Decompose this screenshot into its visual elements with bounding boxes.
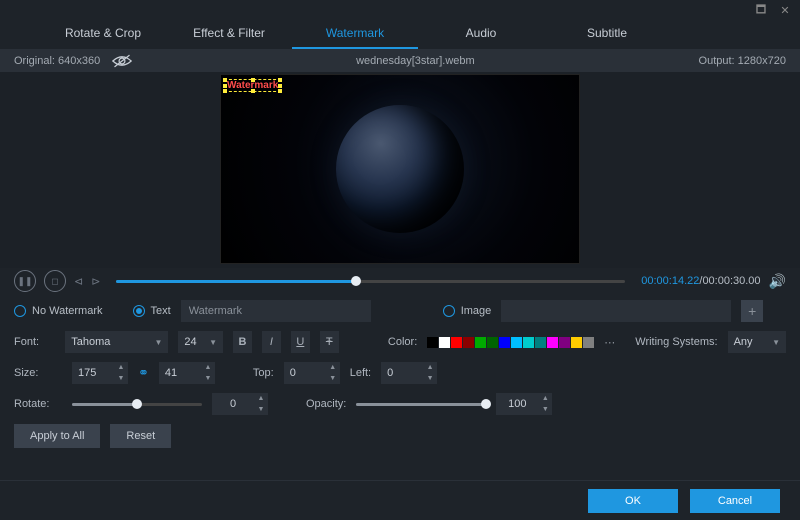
tab-effect-filter[interactable]: Effect & Filter (166, 20, 292, 49)
radio-text-label: Text (151, 305, 171, 317)
video-content (336, 105, 464, 233)
tab-rotate-crop[interactable]: Rotate & Crop (40, 20, 166, 49)
font-size-select[interactable]: 24▼ (178, 331, 223, 353)
color-label: Color: (388, 336, 417, 348)
tab-bar: Rotate & Crop Effect & Filter Watermark … (0, 20, 800, 50)
close-icon[interactable]: ✕ (776, 2, 794, 18)
color-swatch[interactable] (499, 337, 510, 348)
left-label: Left: (350, 367, 371, 379)
watermark-text-input[interactable] (181, 300, 371, 322)
opacity-slider[interactable] (356, 403, 486, 406)
radio-no-watermark[interactable]: No Watermark (14, 305, 103, 317)
footer: OK Cancel (0, 480, 800, 520)
watermark-panel: No Watermark Text Image + Font: Tahoma▼ … (0, 294, 800, 467)
volume-icon[interactable]: 🔊 (769, 273, 786, 290)
top-label: Top: (253, 367, 274, 379)
timecode: 00:00:14.22/00:00:30.00 (641, 275, 760, 287)
video-frame[interactable]: Watermark (220, 74, 580, 264)
color-swatch[interactable] (487, 337, 498, 348)
apply-all-button[interactable]: Apply to All (14, 424, 100, 448)
color-swatch[interactable] (535, 337, 546, 348)
color-swatch[interactable] (427, 337, 438, 348)
color-swatch[interactable] (583, 337, 594, 348)
add-image-button[interactable]: + (741, 300, 763, 322)
window-controls: 🗖 ✕ (0, 0, 800, 20)
watermark-image-input[interactable] (501, 300, 731, 322)
underline-button[interactable]: U (291, 331, 310, 353)
rotate-spinner[interactable]: ▲▼ (212, 393, 268, 415)
reset-button[interactable]: Reset (110, 424, 171, 448)
opacity-spinner[interactable]: ▲▼ (496, 393, 552, 415)
color-swatches (427, 337, 594, 348)
video-preview: Watermark (0, 72, 800, 268)
opacity-label: Opacity: (306, 398, 346, 410)
font-label: Font: (14, 336, 55, 348)
stop-button[interactable]: ◻ (44, 270, 66, 292)
bold-button[interactable]: B (233, 331, 252, 353)
color-swatch[interactable] (511, 337, 522, 348)
output-resolution: Output: 1280x720 (699, 55, 786, 67)
color-swatch[interactable] (463, 337, 474, 348)
color-swatch[interactable] (475, 337, 486, 348)
strikethrough-button[interactable]: Ŧ (320, 331, 339, 353)
writing-systems-label: Writing Systems: (635, 336, 717, 348)
tab-audio[interactable]: Audio (418, 20, 544, 49)
tab-watermark[interactable]: Watermark (292, 20, 418, 49)
color-swatch[interactable] (547, 337, 558, 348)
maximize-icon[interactable]: 🗖 (752, 2, 770, 18)
writing-systems-select[interactable]: Any▼ (728, 331, 786, 353)
width-spinner[interactable]: ▲▼ (72, 362, 128, 384)
size-label: Size: (14, 367, 62, 379)
color-swatch[interactable] (439, 337, 450, 348)
more-colors-icon[interactable]: ⋯ (604, 336, 615, 349)
font-family-select[interactable]: Tahoma▼ (65, 331, 168, 353)
cancel-button[interactable]: Cancel (690, 489, 780, 513)
visibility-toggle-icon[interactable] (112, 54, 132, 68)
color-swatch[interactable] (451, 337, 462, 348)
original-resolution: Original: 640x360 (14, 55, 100, 67)
link-aspect-icon[interactable]: ⚭ (138, 365, 149, 381)
radio-text[interactable]: Text (133, 305, 171, 317)
watermark-overlay[interactable]: Watermark (224, 79, 281, 92)
pause-button[interactable]: ❚❚ (14, 270, 36, 292)
rotate-slider[interactable] (72, 403, 202, 406)
color-swatch[interactable] (559, 337, 570, 348)
seek-slider[interactable] (116, 280, 625, 283)
color-swatch[interactable] (523, 337, 534, 348)
tab-subtitle[interactable]: Subtitle (544, 20, 670, 49)
color-swatch[interactable] (571, 337, 582, 348)
radio-image[interactable]: Image (443, 305, 492, 317)
rotate-label: Rotate: (14, 398, 62, 410)
ok-button[interactable]: OK (588, 489, 678, 513)
top-spinner[interactable]: ▲▼ (284, 362, 340, 384)
italic-button[interactable]: I (262, 331, 281, 353)
next-frame-button[interactable]: ⊳ (91, 275, 100, 288)
radio-image-label: Image (461, 305, 492, 317)
info-bar: Original: 640x360 wednesday[3star].webm … (0, 50, 800, 72)
height-spinner[interactable]: ▲▼ (159, 362, 215, 384)
filename: wednesday[3star].webm (356, 55, 475, 67)
radio-no-watermark-label: No Watermark (32, 305, 103, 317)
prev-frame-button[interactable]: ⊲ (74, 275, 83, 288)
left-spinner[interactable]: ▲▼ (381, 362, 437, 384)
playback-controls: ❚❚ ◻ ⊲ ⊳ 00:00:14.22/00:00:30.00 🔊 (0, 268, 800, 294)
